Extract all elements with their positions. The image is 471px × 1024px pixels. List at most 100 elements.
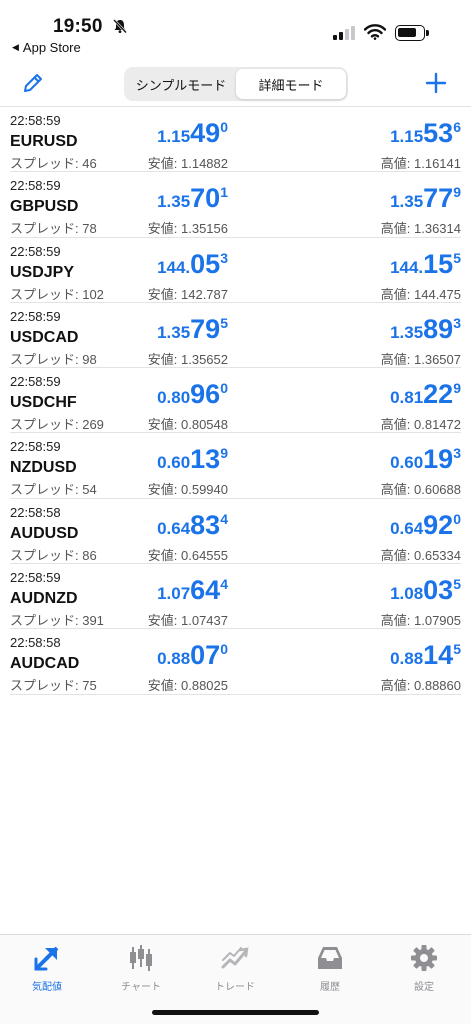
bid-price[interactable]: 0.80960 (157, 379, 228, 410)
home-indicator (152, 1010, 319, 1015)
status-bar: 19:50 ◀ App Store (0, 0, 471, 56)
gear-icon (411, 945, 437, 971)
tab-chart-label: チャート (121, 982, 161, 993)
quote-high: 高値: 1.07905 (380, 613, 461, 629)
quote-high: 高値: 0.81472 (380, 417, 461, 433)
wifi-icon (364, 24, 386, 40)
quote-row[interactable]: 22:58:59 USDCHF スプレッド: 269 0.80960 0.81229 安値… (10, 368, 461, 434)
quote-time: 22:58:59 (10, 439, 61, 455)
quote-spread: スプレッド: 98 (10, 351, 97, 367)
quote-row[interactable]: 22:58:58 AUDUSD スプレッド: 86 0.64834 0.64920 安値:… (10, 499, 461, 565)
ask-price[interactable]: 0.81229 (390, 379, 461, 410)
quote-time: 22:58:59 (10, 243, 61, 259)
tab-quotes[interactable]: 気配値 (0, 935, 94, 995)
quote-spread: スプレッド: 46 (10, 156, 97, 171)
quote-symbol: AUDNZD (10, 590, 78, 608)
nav-bar: シンプルモード 詳細モード (0, 62, 471, 106)
bid-price[interactable]: 1.35701 (157, 183, 228, 214)
quote-symbol: EURUSD (10, 133, 78, 150)
tab-settings-label: 設定 (414, 982, 434, 993)
quote-spread: スプレッド: 269 (10, 417, 104, 433)
quotes-list: 22:58:59 EURUSD スプレッド: 46 1.15490 1.15536 安値:… (0, 106, 471, 695)
ask-price[interactable]: 0.60193 (390, 444, 461, 475)
add-symbol-icon[interactable] (424, 71, 448, 95)
ask-price[interactable]: 144.155 (390, 249, 461, 280)
bid-price[interactable]: 0.64834 (157, 510, 228, 541)
quote-spread: スプレッド: 102 (10, 286, 104, 302)
quote-time: 22:58:59 (10, 113, 61, 128)
quote-symbol: AUDCAD (10, 655, 80, 673)
mode-segmented-control: シンプルモード 詳細モード (124, 67, 348, 101)
trade-icon (221, 947, 249, 969)
quote-low: 安値: 1.35652 (147, 351, 228, 367)
quote-row[interactable]: 22:58:59 EURUSD スプレッド: 46 1.15490 1.15536 安値:… (10, 107, 461, 173)
quote-spread: スプレッド: 391 (10, 613, 104, 629)
tab-detail-mode[interactable]: 詳細モード (236, 69, 346, 99)
quotes-icon (34, 946, 59, 971)
status-time: 19:50 (53, 16, 103, 37)
quote-row[interactable]: 22:58:58 AUDCAD スプレッド: 75 0.88070 0.88145 安値:… (10, 629, 461, 695)
bid-price[interactable]: 1.35795 (157, 314, 228, 345)
quote-row[interactable]: 22:58:59 USDCAD スプレッド: 98 1.35795 1.35893 安値:… (10, 303, 461, 369)
quote-time: 22:58:59 (10, 374, 61, 390)
quote-low: 安値: 0.80548 (147, 417, 228, 433)
bid-price[interactable]: 0.88070 (157, 640, 228, 671)
quote-low: 安値: 1.35156 (147, 221, 228, 237)
quote-high: 高値: 144.475 (380, 286, 461, 302)
quote-time: 22:58:58 (10, 635, 61, 651)
quote-time: 22:58:59 (10, 308, 61, 324)
quote-row[interactable]: 22:58:59 NZDUSD スプレッド: 54 0.60139 0.60193 安値:… (10, 433, 461, 499)
back-triangle-icon: ◀ (12, 42, 19, 52)
ask-price[interactable]: 0.64920 (390, 510, 461, 541)
quote-time: 22:58:58 (10, 504, 61, 520)
back-to-app-link[interactable]: ◀ App Store (12, 40, 81, 55)
quote-high: 高値: 0.88860 (380, 678, 461, 694)
tab-trade-label: トレード (215, 982, 255, 993)
quote-time: 22:58:59 (10, 178, 61, 194)
quote-low: 安値: 142.787 (147, 286, 228, 302)
quote-spread: スプレッド: 75 (10, 678, 97, 694)
quote-high: 高値: 0.65334 (380, 547, 461, 563)
quote-time: 22:58:59 (10, 570, 61, 586)
quote-symbol: USDJPY (10, 263, 75, 281)
bid-price[interactable]: 1.15490 (157, 118, 228, 149)
bid-price[interactable]: 0.60139 (157, 444, 228, 475)
tab-history-label: 履歴 (320, 982, 340, 993)
tab-simple-mode[interactable]: シンプルモード (126, 69, 236, 99)
edit-pencil-icon[interactable] (21, 71, 45, 95)
quote-high: 高値: 1.36507 (380, 351, 461, 367)
ask-price[interactable]: 1.35893 (390, 314, 461, 345)
quote-low: 安値: 1.14882 (147, 156, 228, 171)
quote-symbol: USDCAD (10, 328, 79, 346)
ask-price[interactable]: 1.15536 (390, 118, 461, 149)
quote-row[interactable]: 22:58:59 USDJPY スプレッド: 102 144.053 144.155 安値… (10, 238, 461, 303)
bid-price[interactable]: 144.053 (157, 249, 228, 280)
tab-trade[interactable]: トレード (188, 935, 282, 995)
quote-row[interactable]: 22:58:59 AUDNZD スプレッド: 391 1.07644 1.08035 安値… (10, 564, 461, 630)
quote-symbol: GBPUSD (10, 198, 79, 216)
battery-icon (395, 25, 429, 41)
quote-spread: スプレッド: 86 (10, 547, 97, 563)
quote-spread: スプレッド: 78 (10, 221, 97, 237)
bid-price[interactable]: 1.07644 (157, 575, 228, 606)
quote-high: 高値: 0.60688 (380, 482, 461, 498)
quote-low: 安値: 0.59940 (147, 482, 228, 498)
tab-history[interactable]: 履歴 (283, 935, 377, 995)
history-icon (318, 947, 342, 969)
quote-low: 安値: 1.07437 (147, 613, 228, 629)
ask-price[interactable]: 0.88145 (390, 640, 461, 671)
tab-chart[interactable]: チャート (94, 935, 188, 995)
tab-settings[interactable]: 設定 (377, 935, 471, 995)
tab-quotes-label: 気配値 (32, 982, 62, 993)
back-app-label: App Store (22, 40, 81, 55)
quote-row[interactable]: 22:58:59 GBPUSD スプレッド: 78 1.35701 1.35779 安値:… (10, 172, 461, 238)
quote-symbol: NZDUSD (10, 459, 77, 477)
quote-symbol: USDCHF (10, 394, 77, 412)
bell-muted-icon (113, 19, 127, 34)
quote-low: 安値: 0.88025 (147, 678, 228, 694)
ask-price[interactable]: 1.08035 (390, 575, 461, 606)
ask-price[interactable]: 1.35779 (390, 183, 461, 214)
cellular-signal-icon (333, 26, 355, 40)
quote-symbol: AUDUSD (10, 524, 79, 542)
quote-high: 高値: 1.16141 (380, 156, 461, 171)
